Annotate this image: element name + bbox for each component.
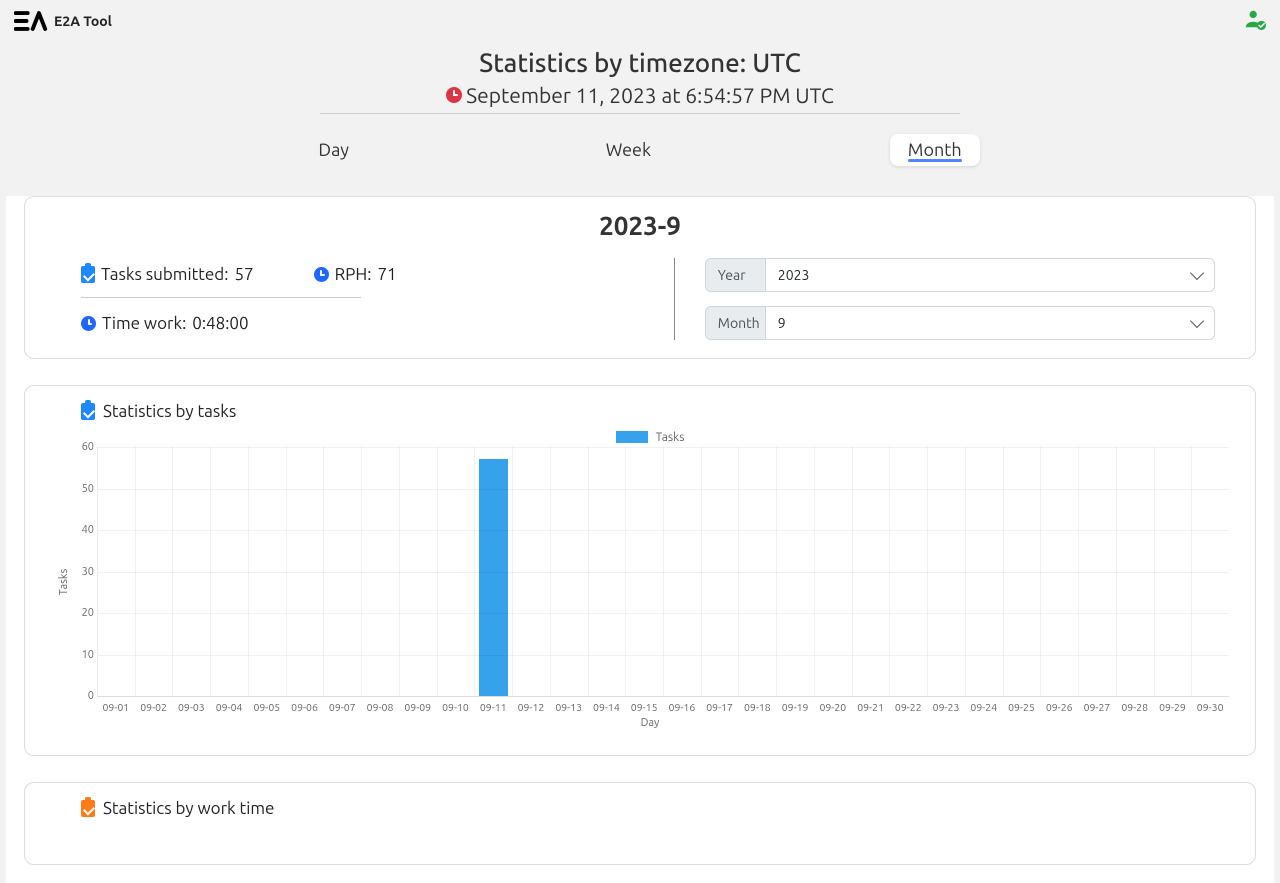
chart-x-tick: 09-11 <box>474 697 512 713</box>
chart-y-tick: 10 <box>70 649 94 661</box>
month-select[interactable]: Month 9 <box>705 306 1215 340</box>
divider <box>81 297 361 300</box>
clock-icon <box>314 267 329 282</box>
stat-tasks-submitted: Tasks submitted: 57 <box>81 258 254 291</box>
timestamp: September 11, 2023 at 6:54:57 PM UTC <box>0 83 1280 107</box>
chart-x-label: Day <box>71 717 1229 729</box>
chart-x-tick: 09-01 <box>97 697 135 713</box>
brand: E2A Tool <box>14 11 112 31</box>
legend-swatch <box>616 431 648 443</box>
chart-x-tick: 09-17 <box>701 697 739 713</box>
chart-x-tick: 09-06 <box>286 697 324 713</box>
chart-x-ticks: 09-0109-0209-0309-0409-0509-0609-0709-08… <box>97 697 1229 713</box>
worktime-chart-title: Statistics by work time <box>81 799 1235 818</box>
month-select-value: 9 <box>778 315 786 331</box>
month-select-label: Month <box>706 307 766 339</box>
year-select-label: Year <box>706 259 766 291</box>
tab-week[interactable]: Week <box>588 134 669 166</box>
chart-y-tick: 0 <box>70 690 94 702</box>
chart-x-tick: 09-22 <box>889 697 927 713</box>
worktime-chart-title-text: Statistics by work time <box>103 799 274 818</box>
chart-y-tick: 30 <box>70 566 94 578</box>
chart-x-tick: 09-08 <box>361 697 399 713</box>
tasks-chart-card: Statistics by tasks Tasks Tasks 01020304… <box>24 385 1256 756</box>
tasks-chart: Tasks Tasks 0102030405060 09-0109-0209-0… <box>71 427 1229 737</box>
chart-x-tick: 09-04 <box>210 697 248 713</box>
clipboard-icon <box>81 403 95 420</box>
time-work-value: 0:48:00 <box>192 314 248 333</box>
chart-x-tick: 09-28 <box>1116 697 1154 713</box>
chart-y-tick: 40 <box>70 524 94 536</box>
chart-x-tick: 09-15 <box>625 697 663 713</box>
chart-x-tick: 09-05 <box>248 697 286 713</box>
clock-icon <box>81 316 96 331</box>
chart-x-tick: 09-13 <box>550 697 588 713</box>
chart-y-tick: 50 <box>70 483 94 495</box>
tab-month[interactable]: Month <box>890 134 980 166</box>
clock-icon <box>446 87 462 103</box>
brand-logo-icon <box>14 11 48 31</box>
range-tabs: Day Week Month <box>190 134 1090 166</box>
page-title: Statistics by timezone: UTC <box>0 48 1280 77</box>
chart-y-label: Tasks <box>58 569 70 595</box>
summary-card: 2023-9 Tasks submitted: 57 RPH: 71 <box>24 196 1256 359</box>
chart-x-tick: 09-20 <box>814 697 852 713</box>
chart-x-tick: 09-16 <box>663 697 701 713</box>
vertical-divider <box>674 258 675 340</box>
chart-y-tick: 20 <box>70 607 94 619</box>
chart-x-tick: 09-12 <box>512 697 550 713</box>
chart-legend: Tasks <box>71 427 1229 447</box>
tab-day[interactable]: Day <box>300 134 367 166</box>
stat-rph: RPH: 71 <box>314 258 397 291</box>
chart-x-tick: 09-29 <box>1154 697 1192 713</box>
clipboard-icon <box>81 266 95 283</box>
user-status-icon[interactable] <box>1244 8 1266 34</box>
chart-x-tick: 09-09 <box>399 697 437 713</box>
chart-x-tick: 09-02 <box>135 697 173 713</box>
chevron-down-icon <box>1190 266 1204 280</box>
chart-plot-area: 0102030405060 <box>97 447 1229 697</box>
clipboard-icon <box>81 800 95 817</box>
time-work-label: Time work: <box>102 314 186 333</box>
brand-name: E2A Tool <box>54 13 112 29</box>
chart-x-tick: 09-03 <box>172 697 210 713</box>
year-select[interactable]: Year 2023 <box>705 258 1215 292</box>
timestamp-text: September 11, 2023 at 6:54:57 PM UTC <box>466 83 834 107</box>
chart-x-tick: 09-14 <box>588 697 626 713</box>
chart-bar <box>479 459 508 696</box>
chart-x-tick: 09-25 <box>1003 697 1041 713</box>
worktime-chart-card: Statistics by work time <box>24 782 1256 865</box>
chart-x-tick: 09-10 <box>437 697 475 713</box>
chart-x-tick: 09-26 <box>1040 697 1078 713</box>
legend-label: Tasks <box>656 431 685 444</box>
tasks-chart-title-text: Statistics by tasks <box>103 402 236 421</box>
chart-x-tick: 09-24 <box>965 697 1003 713</box>
period-title: 2023-9 <box>45 211 1235 240</box>
rph-value: 71 <box>377 265 396 284</box>
rph-label: RPH: <box>335 265 372 284</box>
chart-x-tick: 09-18 <box>738 697 776 713</box>
stat-time-work: Time work: 0:48:00 <box>81 307 664 340</box>
chart-x-tick: 09-07 <box>323 697 361 713</box>
tasks-submitted-label: Tasks submitted: <box>101 265 228 284</box>
year-select-value: 2023 <box>778 267 810 283</box>
chart-x-tick: 09-30 <box>1191 697 1229 713</box>
chart-x-tick: 09-27 <box>1078 697 1116 713</box>
chart-y-tick: 60 <box>70 441 94 453</box>
divider <box>320 113 960 114</box>
chart-x-tick: 09-21 <box>852 697 890 713</box>
tasks-submitted-value: 57 <box>234 265 253 284</box>
chevron-down-icon <box>1190 314 1204 328</box>
chart-x-tick: 09-19 <box>776 697 814 713</box>
chart-x-tick: 09-23 <box>927 697 965 713</box>
tasks-chart-title: Statistics by tasks <box>81 402 1235 421</box>
